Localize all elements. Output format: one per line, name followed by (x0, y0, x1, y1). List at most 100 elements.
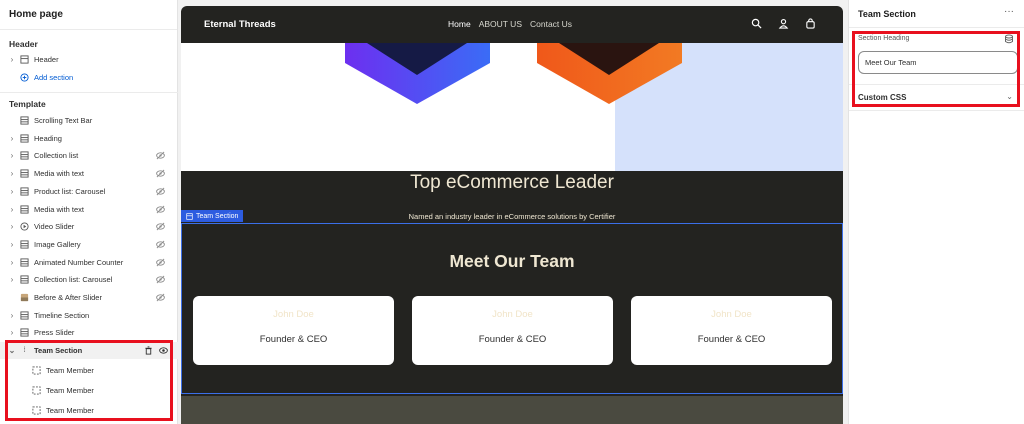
sidebar-item[interactable]: › Collection list: Carousel (0, 271, 178, 288)
divider (849, 27, 1024, 28)
team-section-tag[interactable]: Team Section (181, 210, 244, 222)
sidebar-item-label: Media with text (34, 169, 85, 179)
section-icon (20, 187, 29, 196)
nav-link-home[interactable]: Home (448, 19, 471, 29)
section-icon (186, 212, 193, 220)
image-icon (20, 293, 29, 302)
member-name: John Doe (273, 309, 314, 320)
divider (0, 92, 178, 93)
preview-canvas: Eternal Threads Home ABOUT US Contact Us (178, 0, 848, 424)
chevron-right-icon[interactable]: › (6, 205, 18, 214)
next-section (181, 396, 843, 424)
chevron-right-icon[interactable]: › (6, 134, 18, 143)
chevron-right-icon[interactable]: › (6, 328, 18, 337)
chevron-right-icon[interactable]: › (6, 151, 18, 160)
sidebar-item[interactable]: › Timeline Section (0, 307, 178, 324)
team-title: Meet Our Team (449, 251, 575, 271)
sidebar-item[interactable]: › Product list: Carousel (0, 183, 178, 200)
member-role: Founder & CEO (259, 334, 328, 345)
sidebar-item-label: Collection list: Carousel (34, 275, 113, 285)
storefront-preview[interactable]: Eternal Threads Home ABOUT US Contact Us (181, 6, 843, 424)
team-card[interactable]: John Doe Founder & CEO (631, 296, 832, 365)
eye-hidden-icon[interactable] (156, 169, 166, 178)
section-icon (20, 151, 29, 160)
team-tag-label: Team Section (196, 212, 239, 220)
store-nav: Home ABOUT US Contact Us (448, 19, 572, 29)
header-group-label: Header (9, 39, 38, 49)
member-name: John Doe (711, 309, 752, 320)
team-card[interactable]: John Doe Founder & CEO (193, 296, 394, 365)
section-subheading: Named an industry leader in eCommerce so… (408, 212, 616, 221)
team-card[interactable]: John Doe Founder & CEO (412, 296, 613, 365)
highlight-box-right (852, 31, 1020, 107)
chevron-right-icon[interactable]: › (6, 311, 18, 320)
highlight-box-left (5, 340, 173, 421)
sidebar-item[interactable]: › Press Slider (0, 324, 178, 341)
nav-link-contact[interactable]: Contact Us (530, 19, 572, 29)
eye-hidden-icon[interactable] (156, 205, 166, 214)
eye-hidden-icon[interactable] (156, 240, 166, 249)
sidebar-item-label: Video Slider (34, 222, 75, 232)
sidebar-item[interactable]: › Animated Number Counter (0, 254, 178, 271)
store-logo[interactable]: Eternal Threads (204, 19, 276, 30)
sidebar-item[interactable]: Scrolling Text Bar (0, 112, 178, 129)
eye-hidden-icon[interactable] (156, 187, 166, 196)
sidebar-item-label: Press Slider (34, 328, 75, 338)
sidebar-item[interactable]: › Heading (0, 130, 178, 147)
sidebar-item[interactable]: › Media with text (0, 165, 178, 182)
store-header: Eternal Threads Home ABOUT US Contact Us (181, 6, 843, 43)
sidebar-item-label: Image Gallery (34, 239, 81, 249)
eye-hidden-icon[interactable] (156, 222, 166, 231)
eye-hidden-icon[interactable] (156, 258, 166, 267)
chevron-right-icon[interactable]: › (6, 275, 18, 284)
sidebar-item-label: Heading (34, 133, 62, 143)
eye-hidden-icon[interactable] (156, 293, 166, 302)
section-icon (20, 169, 29, 178)
eye-hidden-icon[interactable] (156, 151, 166, 160)
panel-title: Team Section (858, 9, 916, 19)
account-icon[interactable] (778, 18, 789, 29)
sidebar-item-label: Before & After Slider (34, 293, 102, 302)
sidebar-item-label: Animated Number Counter (34, 257, 124, 267)
sidebar-item[interactable]: › Collection list (0, 147, 178, 164)
eye-hidden-icon[interactable] (156, 275, 166, 284)
sidebar-title: Home page (0, 0, 177, 30)
section-icon (20, 204, 29, 214)
play-icon (20, 222, 29, 231)
sidebar-item-header[interactable]: › Header (0, 51, 178, 68)
template-group-label: Template (9, 99, 46, 109)
chevron-right-icon[interactable]: › (6, 187, 18, 196)
chevron-right-icon[interactable]: › (6, 222, 18, 231)
add-section-link[interactable]: Add section (0, 69, 178, 86)
sidebar-item[interactable]: › Media with text (0, 201, 178, 218)
sidebar-item[interactable]: › Video Slider (0, 218, 178, 235)
hero-image (181, 43, 843, 171)
member-role: Founder & CEO (697, 334, 766, 345)
chevron-right-icon[interactable]: › (6, 258, 18, 267)
sidebar-item-label: Collection list (34, 151, 79, 161)
member-role: Founder & CEO (478, 334, 547, 345)
sidebar-item-label: Timeline Section (34, 310, 90, 320)
section-icon (20, 328, 29, 337)
chevron-right-icon[interactable]: › (6, 55, 18, 64)
sidebar-item[interactable]: Before & After Slider (0, 289, 178, 306)
header-section-icon (20, 55, 29, 64)
sidebar-item[interactable]: › Image Gallery (0, 236, 178, 253)
more-options-button[interactable]: ··· (1004, 6, 1014, 17)
section-icon (20, 240, 29, 249)
chevron-right-icon[interactable]: › (6, 240, 18, 249)
nav-link-about[interactable]: ABOUT US (479, 19, 522, 29)
sidebar-item-label: Scrolling Text Bar (34, 116, 93, 125)
search-icon[interactable] (751, 18, 762, 29)
member-name: John Doe (492, 309, 533, 320)
section-heading: Top eCommerce Leader (410, 172, 614, 193)
section-icon (20, 275, 29, 284)
orange-cube-graphic (537, 43, 682, 104)
divider (849, 110, 1024, 111)
section-icon (20, 134, 29, 143)
section-icon (20, 116, 29, 125)
sidebar-item-label: Header (34, 55, 59, 64)
plus-circle-icon (20, 73, 29, 82)
chevron-right-icon[interactable]: › (6, 169, 18, 178)
cart-icon[interactable] (805, 18, 816, 29)
